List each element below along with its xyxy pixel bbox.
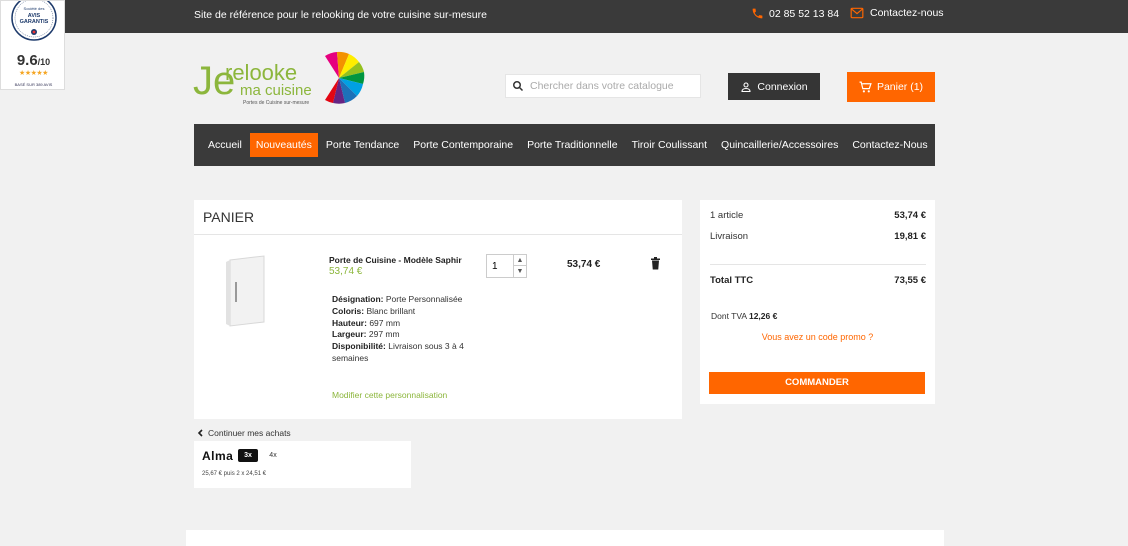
modify-customization-link[interactable]: Modifier cette personnalisation bbox=[332, 390, 447, 400]
quantity-stepper[interactable]: ▲ ▼ bbox=[486, 254, 527, 278]
site-tagline: Site de référence pour le relooking de v… bbox=[194, 9, 487, 21]
cart-icon bbox=[859, 81, 872, 93]
summary-total-row: Total TTC 73,55 € bbox=[710, 275, 926, 286]
total-label: Total TTC bbox=[710, 275, 754, 286]
detail-disponibilite: Disponibilité: Livraison sous 3 à 4 sema… bbox=[332, 341, 464, 363]
alma-schedule: 25,67 € puis 2 x 24,51 € bbox=[202, 471, 267, 477]
order-summary: 1 article 53,74 € Livraison 19,81 € Tota… bbox=[700, 200, 935, 404]
rating-stars: ★★★★★ bbox=[19, 70, 48, 77]
site-logo[interactable]: Je relooke ma cuisine Portes de Cuisine … bbox=[193, 50, 365, 110]
nav-item-porte-traditionnelle[interactable]: Porte Traditionnelle bbox=[521, 133, 623, 157]
svg-text:Portes de Cuisine sur-mesure: Portes de Cuisine sur-mesure bbox=[243, 100, 309, 106]
login-label: Connexion bbox=[757, 80, 808, 93]
nav-item-porte-contemporaine[interactable]: Porte Contemporaine bbox=[407, 133, 519, 157]
checkout-button[interactable]: COMMANDER bbox=[709, 372, 925, 394]
cart-title: PANIER bbox=[194, 200, 682, 235]
alma-option-3x[interactable]: 3x bbox=[238, 449, 258, 462]
articles-label: 1 article bbox=[710, 210, 744, 221]
nav-item-quincaillerie[interactable]: Quincaillerie/Accessoires bbox=[715, 133, 844, 157]
alma-option-4x[interactable]: 4x bbox=[264, 449, 282, 462]
nav-item-contactez-nous[interactable]: Contactez-Nous bbox=[846, 133, 933, 157]
articles-value: 53,74 € bbox=[894, 210, 926, 221]
promo-code-link[interactable]: Vous avez un code promo ? bbox=[700, 332, 935, 342]
phone-link[interactable]: 02 85 52 13 84 bbox=[751, 7, 839, 20]
summary-divider bbox=[710, 264, 926, 265]
top-bar: Site de référence pour le relooking de v… bbox=[0, 0, 1128, 33]
contact-link[interactable]: Contactez-nous bbox=[850, 7, 944, 19]
nav-item-tiroir-coulissant[interactable]: Tiroir Coulissant bbox=[626, 133, 713, 157]
contact-label[interactable]: Contactez-nous bbox=[870, 7, 944, 19]
svg-text:Société des: Société des bbox=[24, 6, 45, 11]
search-input[interactable] bbox=[530, 80, 695, 92]
footer-panel bbox=[186, 530, 944, 546]
product-details: Désignation: Porte Personnalisée Coloris… bbox=[332, 294, 482, 365]
quantity-decrease-button[interactable]: ▼ bbox=[513, 266, 526, 277]
svg-text:ma cuisine: ma cuisine bbox=[240, 82, 312, 99]
line-total: 53,74 € bbox=[567, 259, 601, 270]
user-icon bbox=[741, 81, 751, 92]
mail-icon bbox=[850, 7, 864, 19]
cart-label: Panier (1) bbox=[876, 81, 924, 93]
phone-number[interactable]: 02 85 52 13 84 bbox=[769, 8, 839, 20]
detail-largeur: Largeur: 297 mm bbox=[332, 329, 400, 340]
tva-line: Dont TVA 12,26 € bbox=[711, 311, 778, 321]
alma-payment-widget: Alma 3x 4x 25,67 € puis 2 x 24,51 € bbox=[194, 441, 411, 488]
search-box[interactable] bbox=[505, 74, 701, 98]
detail-hauteur: Hauteur: 697 mm bbox=[332, 317, 401, 328]
review-score: 9.6/10 bbox=[16, 52, 51, 69]
quantity-input[interactable] bbox=[487, 255, 514, 277]
detail-designation: Désignation: Porte Personnalisée bbox=[332, 294, 463, 304]
continue-shopping-link[interactable]: Continuer mes achats bbox=[197, 428, 291, 438]
summary-articles-row: 1 article 53,74 € bbox=[710, 210, 926, 221]
cart-button[interactable]: Panier (1) bbox=[847, 72, 935, 102]
product-name[interactable]: Porte de Cuisine - Modèle Saphir bbox=[329, 255, 462, 265]
quantity-increase-button[interactable]: ▲ bbox=[513, 255, 526, 266]
nav-item-accueil[interactable]: Accueil bbox=[202, 133, 248, 157]
nav-item-porte-tendance[interactable]: Porte Tendance bbox=[320, 133, 405, 157]
cart-panel: PANIER Porte de Cuisine - Modèle Saphir … bbox=[194, 200, 682, 419]
chevron-left-icon bbox=[197, 429, 203, 437]
total-value: 73,55 € bbox=[894, 275, 926, 286]
search-icon[interactable] bbox=[512, 80, 524, 92]
nav-item-nouveautes[interactable]: Nouveautés bbox=[249, 133, 318, 157]
login-button[interactable]: Connexion bbox=[728, 73, 820, 100]
detail-coloris: Coloris: Blanc brillant bbox=[332, 305, 416, 316]
reviews-badge[interactable]: Société des AVIS GARANTIS 9.6/10 ★★★★★ B… bbox=[0, 0, 65, 90]
phone-icon bbox=[752, 8, 763, 19]
product-price: 53,74 € bbox=[329, 266, 363, 277]
delete-icon[interactable] bbox=[650, 257, 661, 270]
product-image[interactable] bbox=[216, 252, 274, 330]
shipping-label: Livraison bbox=[710, 231, 749, 242]
alma-logo: Alma bbox=[202, 449, 234, 463]
reviews-count: BASÉ SUR 389 AVIS bbox=[14, 82, 53, 87]
avis-garantis-seal: Société des AVIS GARANTIS bbox=[11, 1, 57, 41]
shipping-value: 19,81 € bbox=[894, 231, 926, 242]
main-nav: Accueil Nouveautés Porte Tendance Porte … bbox=[194, 124, 935, 166]
summary-shipping-row: Livraison 19,81 € bbox=[710, 231, 926, 242]
svg-text:GARANTIS: GARANTIS bbox=[20, 19, 49, 25]
